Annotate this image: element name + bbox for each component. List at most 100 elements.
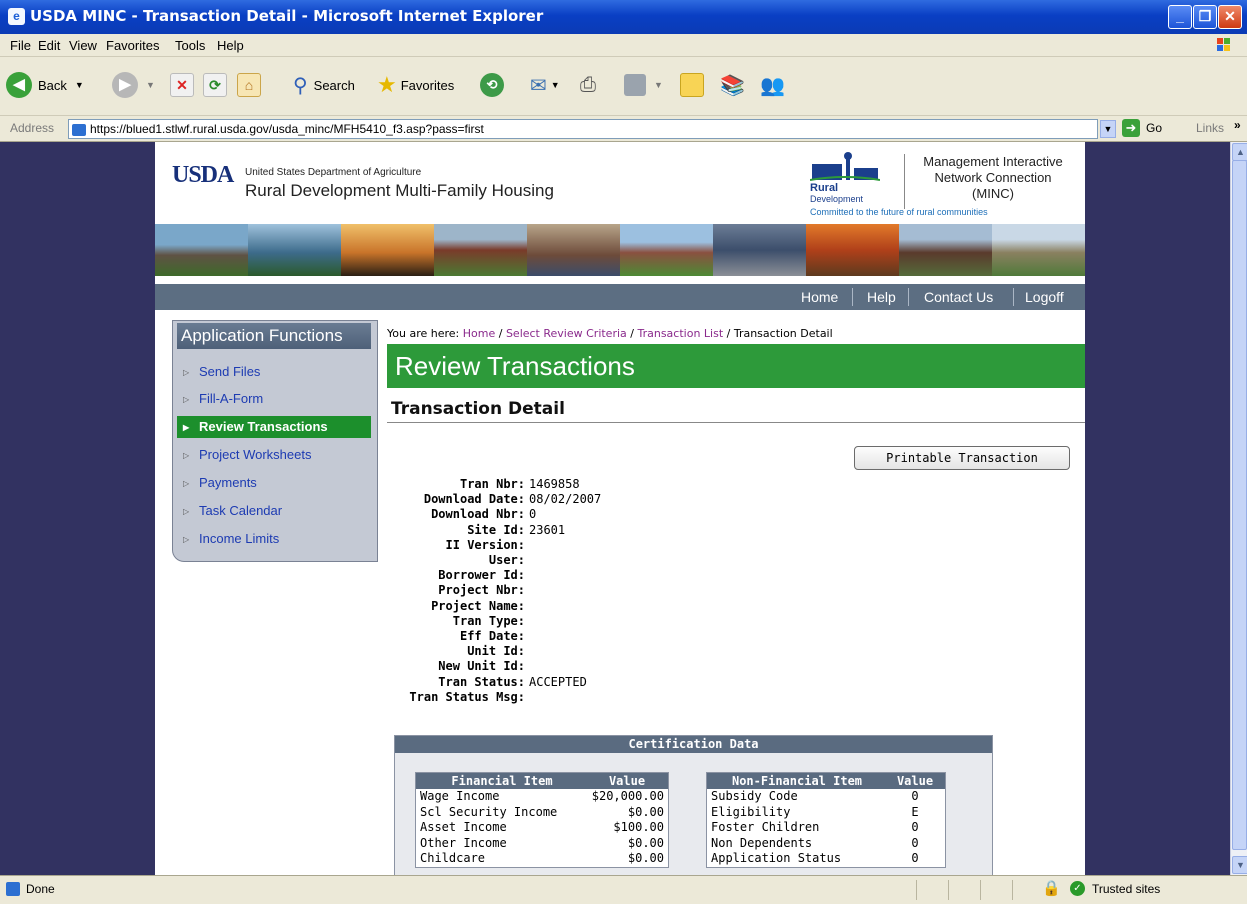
nav-logoff[interactable]: Logoff: [1025, 289, 1064, 305]
sidebar-item-send-files[interactable]: ▷ Send Files: [177, 361, 371, 383]
search-button[interactable]: ⚲ Search: [293, 71, 355, 99]
sidebar-item-income-limits[interactable]: ▷ Income Limits: [177, 528, 371, 550]
heading-rule: [387, 422, 1085, 423]
history-icon: ⟲: [480, 73, 504, 97]
sidebar-item-review-transactions[interactable]: ▶ Review Transactions: [177, 416, 371, 438]
sidebar-item-payments[interactable]: ▷ Payments: [177, 472, 371, 494]
sidebar-item-project-worksheets[interactable]: ▷ Project Worksheets: [177, 444, 371, 466]
links-button[interactable]: Links: [1196, 121, 1224, 135]
menu-tools[interactable]: Tools: [175, 38, 205, 53]
photo-housing: [899, 224, 992, 276]
messenger-button[interactable]: 👥: [760, 71, 785, 99]
menu-edit[interactable]: Edit: [38, 38, 60, 53]
photo-people: [527, 224, 620, 276]
chevron-right-icon[interactable]: »: [1234, 118, 1241, 132]
detail-row: Project Name:: [431, 598, 525, 613]
scroll-up-icon[interactable]: ▲: [1232, 143, 1247, 161]
mail-icon: ✉: [530, 74, 547, 97]
table-header: Non-Financial Item Value: [707, 773, 945, 789]
breadcrumb-current: Transaction Detail: [733, 327, 833, 340]
discuss-button[interactable]: [680, 71, 704, 99]
triangle-right-icon: ▷: [183, 534, 190, 544]
address-bar: Address https://blued1.stlwf.rural.usda.…: [0, 116, 1247, 142]
detail-row: Tran Type:: [452, 613, 525, 628]
stop-button[interactable]: ✕: [170, 71, 194, 99]
history-button[interactable]: ⟲: [480, 71, 504, 99]
triangle-right-icon: ▷: [183, 450, 190, 460]
financial-table: Financial Item Value Wage Income $20,000.0…: [415, 772, 669, 868]
menu-favorites[interactable]: Favorites: [106, 38, 159, 53]
scroll-thumb[interactable]: [1232, 160, 1247, 850]
table-row: Scl Security Income $0.00: [420, 804, 664, 819]
nav-help[interactable]: Help: [867, 289, 896, 305]
dropdown-arrow-icon[interactable]: ▼: [146, 80, 155, 90]
home-button[interactable]: ⌂: [237, 71, 261, 99]
printable-transaction-button[interactable]: Printable Transaction: [854, 446, 1070, 470]
breadcrumb-select-review-criteria[interactable]: Select Review Criteria: [506, 327, 627, 340]
edit-button[interactable]: ▼: [624, 71, 663, 99]
site-name: Rural Development Multi-Family Housing: [245, 181, 554, 200]
search-icon: ⚲: [293, 74, 308, 97]
print-button[interactable]: ⎙: [580, 71, 596, 99]
title-bar: e USDA MINC - Transaction Detail - Micro…: [0, 0, 1247, 34]
table-row: Wage Income $20,000.00: [420, 789, 664, 803]
table-row: Other Income $0.00: [420, 835, 664, 850]
section-heading: Transaction Detail: [391, 399, 565, 419]
books-icon: 📚: [720, 74, 745, 97]
photo-complex: [620, 224, 713, 276]
table-row: Asset Income $100.00: [420, 820, 664, 834]
close-button[interactable]: ✕: [1218, 5, 1242, 29]
home-icon: ⌂: [237, 73, 261, 97]
transaction-details: Tran Nbr: 1469858 Download Date: 08/02/200…: [387, 477, 887, 705]
department-name: United States Department of Agriculture: [245, 167, 422, 178]
detail-row: New Unit Id:: [438, 659, 525, 674]
refresh-button[interactable]: ⟳: [203, 71, 227, 99]
minc-title: Management Interactive Network Connectio…: [923, 154, 1063, 201]
rd-logo-development: Development: [810, 194, 864, 204]
back-button[interactable]: ◀ Back ▼: [6, 71, 84, 99]
go-arrow-icon[interactable]: ➜: [1122, 119, 1140, 137]
forward-button[interactable]: ▶ ▼: [112, 71, 155, 99]
breadcrumb-home[interactable]: Home: [463, 327, 495, 340]
left-background-band: [0, 142, 155, 875]
go-button[interactable]: Go: [1146, 121, 1162, 135]
rural-development-logo: Rural Development: [810, 152, 880, 204]
maximize-button[interactable]: ❐: [1193, 5, 1217, 29]
menu-help[interactable]: Help: [217, 38, 244, 53]
research-button[interactable]: 📚: [720, 71, 745, 99]
top-nav: Home Help Contact Us Logoff: [155, 284, 1085, 310]
detail-row: Download Date: 08/02/2007: [423, 492, 602, 507]
minimize-button[interactable]: _: [1168, 5, 1192, 29]
mail-button[interactable]: ✉ ▼: [530, 71, 560, 99]
sidebar-item-task-calendar[interactable]: ▷ Task Calendar: [177, 500, 371, 522]
menu-file[interactable]: File: [10, 38, 31, 53]
detail-row: Download Nbr: 0: [431, 507, 537, 522]
address-dropdown-icon[interactable]: ▼: [1100, 120, 1116, 138]
detail-row: Borrower Id:: [438, 568, 525, 583]
address-input[interactable]: https://blued1.stlwf.rural.usda.gov/usda…: [68, 119, 1098, 139]
photo-sunset: [341, 224, 434, 276]
ie-icon: e: [8, 8, 25, 25]
triangle-right-icon: ▷: [183, 478, 190, 488]
nav-home[interactable]: Home: [801, 289, 838, 305]
usda-logo[interactable]: USDA: [172, 162, 234, 189]
vertical-scrollbar[interactable]: ▲ ▼: [1230, 142, 1247, 875]
favorites-button[interactable]: ★ Favorites: [377, 71, 454, 99]
star-icon: ★: [377, 72, 397, 97]
photo-house: [155, 224, 248, 276]
triangle-right-icon: ▷: [183, 394, 190, 404]
status-text: Done: [26, 882, 55, 896]
rd-logo-rural: Rural: [810, 182, 839, 194]
messenger-icon: 👥: [760, 74, 785, 97]
table-row: Non Dependents 0: [711, 835, 919, 850]
table-header: Financial Item Value: [416, 773, 668, 789]
scroll-down-icon[interactable]: ▼: [1232, 856, 1247, 874]
sidebar-item-fill-a-form[interactable]: ▷ Fill-A-Form: [177, 388, 371, 410]
page-icon: [72, 123, 86, 136]
stop-icon: ✕: [170, 73, 194, 97]
menu-view[interactable]: View: [69, 38, 97, 53]
breadcrumb-transaction-list[interactable]: Transaction List: [637, 327, 723, 340]
table-row: Subsidy Code 0: [711, 789, 919, 803]
nav-contact-us[interactable]: Contact Us: [924, 289, 993, 305]
dropdown-arrow-icon[interactable]: ▼: [75, 80, 84, 90]
